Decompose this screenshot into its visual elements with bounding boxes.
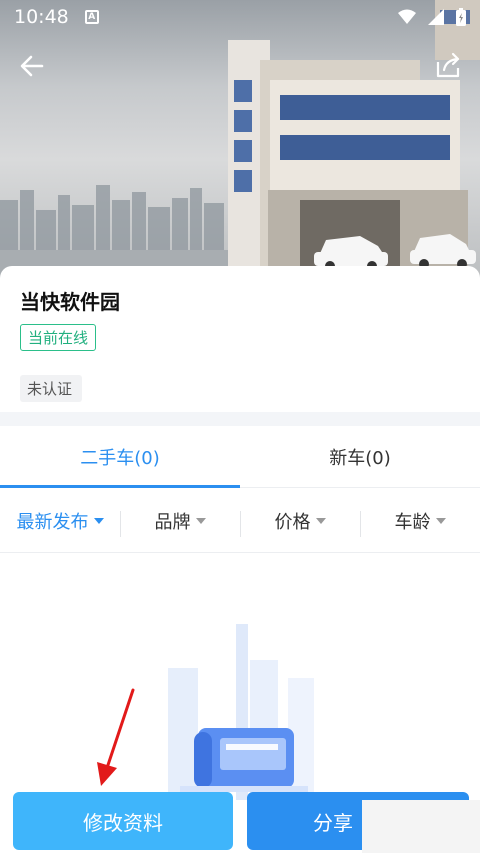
signal-icon [428,9,444,25]
online-status-badge: 当前在线 [20,324,97,351]
section-divider [0,412,480,426]
chevron-down-icon [195,517,206,524]
filter-bar: 最新发布 品牌 价格 车龄 [0,489,480,553]
profile-card: 当快软件园 当前在线 未认证 [0,266,480,412]
back-arrow-icon [20,55,44,77]
filter-latest-label: 最新发布 [16,511,89,533]
status-bar: 10:48 A [0,0,480,34]
filter-brand[interactable]: 品牌 [120,508,240,537]
wifi-icon [398,9,416,24]
empty-state-illustration [168,624,314,800]
tab-new-cars[interactable]: 新车(0) [240,426,480,487]
filter-price-label: 价格 [274,511,311,533]
chevron-down-icon [315,517,326,524]
watermark-overlay [362,800,480,853]
battery-icon [456,8,466,26]
edit-profile-button[interactable]: 修改资料 [13,792,233,850]
filter-age[interactable]: 车龄 [360,508,480,537]
annotation-arrow-icon [97,688,135,786]
share-top-button[interactable] [430,48,466,84]
dealer-name: 当快软件园 [20,290,120,314]
parking-building-illustration [0,0,480,290]
share-icon [436,52,460,78]
filter-latest[interactable]: 最新发布 [0,508,120,534]
filter-age-label: 车龄 [394,511,431,533]
filter-brand-label: 品牌 [154,511,191,533]
status-time: 10:48 [14,6,69,28]
certification-badge: 未认证 [20,375,82,402]
notification-badge: A [84,10,99,24]
chevron-down-icon [93,517,104,524]
filter-price[interactable]: 价格 [240,508,360,537]
back-button[interactable] [14,48,50,84]
header-image [0,0,480,290]
chevron-down-icon [435,517,446,524]
tab-used-cars[interactable]: 二手车(0) [0,426,240,488]
car-type-tabs: 二手车(0) 新车(0) [0,426,480,488]
